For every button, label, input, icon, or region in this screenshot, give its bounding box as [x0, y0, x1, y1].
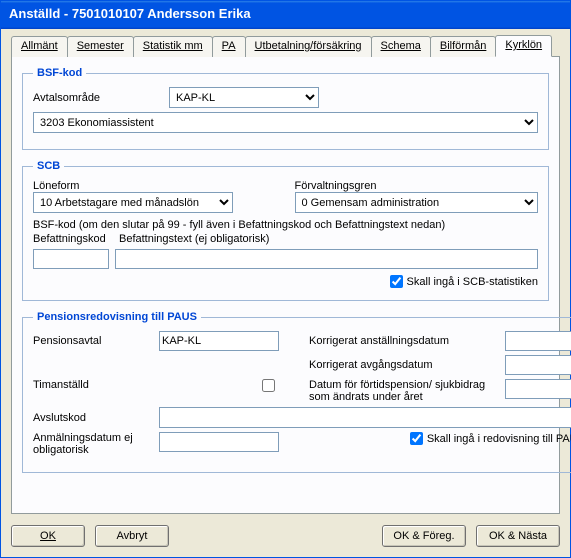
legend-scb: SCB [33, 160, 64, 172]
input-korr-anst[interactable] [505, 331, 571, 351]
legend-bsf: BSF-kod [33, 67, 86, 79]
input-fortid[interactable] [505, 379, 571, 399]
input-befattningskod[interactable] [33, 249, 109, 269]
select-forvaltningsgren[interactable]: 0 Gemensam administration [295, 192, 539, 213]
label-fortid: Datum för förtidspension/ sjukbidrag som… [309, 379, 499, 403]
checkbox-paus-include[interactable]: Skall ingå i redovisning till PAUS [410, 432, 571, 445]
group-bsf: BSF-kod Avtalsområde KAP-KL 3203 Ekonomi… [22, 67, 549, 150]
label-scb-include: Skall ingå i SCB-statistiken [407, 276, 538, 288]
tab-semester[interactable]: Semester [67, 36, 134, 57]
label-korr-avg: Korrigerat avgångsdatum [309, 359, 499, 371]
label-paus-include: Skall ingå i redovisning till PAUS [427, 433, 571, 445]
tab-kyrklon[interactable]: Kyrklön [495, 35, 552, 57]
select-avtalsomrade[interactable]: KAP-KL [169, 87, 319, 108]
label-loneform: Löneform [33, 180, 277, 192]
group-paus: Pensionsredovisning till PAUS Pensionsav… [22, 311, 571, 473]
client-area: Allmänt Semester Statistik mm PA Utbetal… [1, 29, 570, 557]
select-avslutskod[interactable] [159, 407, 571, 428]
input-befattningstext[interactable] [115, 249, 538, 269]
label-avtalsomrade: Avtalsområde [33, 92, 163, 104]
label-bsf-hint: BSF-kod (om den slutar på 99 - fyll även… [33, 219, 538, 231]
label-forvaltningsgren: Förvaltningsgren [295, 180, 539, 192]
tab-utbetalning[interactable]: Utbetalning/försäkring [245, 36, 372, 57]
tab-allmant[interactable]: Allmänt [11, 36, 68, 57]
window-title: Anställd - 7501010107 Andersson Erika [1, 1, 570, 29]
label-korr-anst: Korrigerat anställningsdatum [309, 335, 499, 347]
label-anmdatum: Anmälningsdatum ej obligatorisk [33, 432, 153, 456]
ok-nasta-button[interactable]: OK & Nästa [476, 525, 560, 547]
checkbox-timanstalld[interactable] [262, 379, 275, 392]
tab-schema[interactable]: Schema [371, 36, 431, 57]
avbryt-button[interactable]: Avbryt [95, 525, 169, 547]
label-befattningstext: Befattningstext (ej obligatorisk) [119, 233, 269, 245]
select-bsfkod[interactable]: 3203 Ekonomiassistent [33, 112, 538, 133]
ok-button[interactable]: OK [11, 525, 85, 547]
select-loneform[interactable]: 10 Arbetstagare med månadslön [33, 192, 233, 213]
input-korr-avg[interactable] [505, 355, 571, 375]
tab-bar: Allmänt Semester Statistik mm PA Utbetal… [11, 35, 560, 57]
tab-statistik[interactable]: Statistik mm [133, 36, 213, 57]
label-avslutskod: Avslutskod [33, 412, 153, 424]
tab-bilforman[interactable]: Bilförmån [430, 36, 496, 57]
ok-foreg-button[interactable]: OK & Föreg. [382, 525, 466, 547]
label-pensionsavtal: Pensionsavtal [33, 335, 153, 347]
label-befattningskod: Befattningskod [33, 233, 113, 245]
checkbox-scb-include[interactable]: Skall ingå i SCB-statistiken [390, 275, 538, 288]
checkbox-paus-include-box[interactable] [410, 432, 423, 445]
group-scb: SCB Löneform 10 Arbetstagare med månadsl… [22, 160, 549, 301]
tab-pa[interactable]: PA [212, 36, 246, 57]
input-pensionsavtal[interactable] [159, 331, 279, 351]
input-anmdatum[interactable] [159, 432, 279, 452]
button-bar: OK Avbryt OK & Föreg. OK & Nästa [11, 515, 560, 547]
legend-paus: Pensionsredovisning till PAUS [33, 311, 201, 323]
label-timanstalld: Timanställd [33, 379, 153, 391]
checkbox-scb-include-box[interactable] [390, 275, 403, 288]
tab-content: BSF-kod Avtalsområde KAP-KL 3203 Ekonomi… [11, 57, 560, 514]
